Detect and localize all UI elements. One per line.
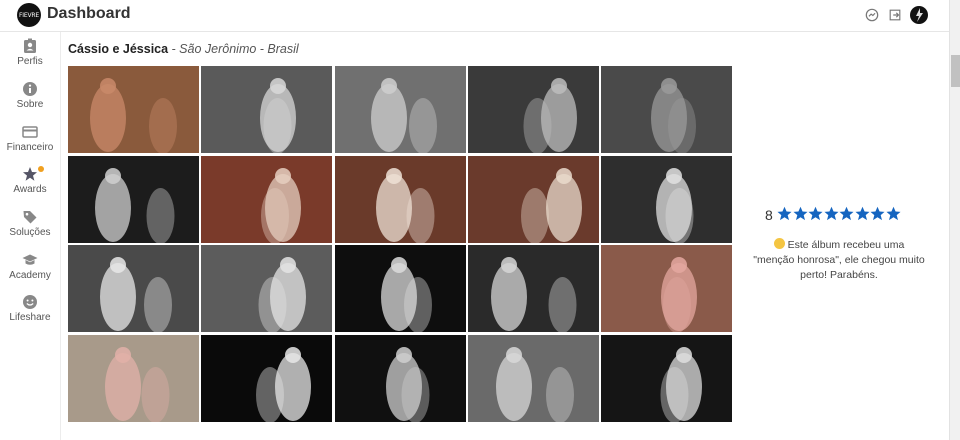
star-icon (792, 206, 808, 221)
album-photo[interactable] (468, 335, 599, 422)
scroll-thumb[interactable] (951, 55, 960, 87)
star-rating (777, 206, 901, 221)
sidebar-item-label: Soluções (9, 227, 51, 238)
logout-icon[interactable] (888, 8, 902, 22)
star-icon (854, 206, 870, 221)
brand-logo[interactable]: FIEVRE (17, 3, 41, 27)
album-photo[interactable] (468, 66, 599, 153)
sidebar-item-awards[interactable]: Awards (0, 166, 60, 195)
album-photo[interactable] (468, 156, 599, 243)
smile-icon (23, 295, 37, 309)
graduation-cap-icon (22, 254, 38, 265)
tag-icon (23, 211, 37, 224)
user-avatar[interactable] (910, 6, 928, 24)
star-icon (885, 206, 901, 221)
album-photo[interactable] (335, 156, 466, 243)
album-photo[interactable] (68, 66, 199, 153)
face-emoji-icon (773, 238, 785, 249)
award-message: Este álbum recebeu uma "menção honrosa",… (752, 238, 926, 283)
credit-card-icon (22, 126, 38, 138)
sidebar-item-sobre[interactable]: Sobre (0, 81, 60, 110)
page-scrollbar[interactable] (949, 0, 960, 440)
sidebar-item-label: Academy (9, 270, 51, 281)
page-title: Dashboard (47, 5, 131, 22)
messenger-icon[interactable] (865, 8, 879, 22)
album-photo[interactable] (201, 66, 332, 153)
sidebar-item-label: Awards (13, 184, 47, 195)
star-icon (823, 206, 839, 221)
star-icon (839, 206, 854, 221)
sidebar-item-perfis[interactable]: Perfis (0, 38, 60, 67)
sidebar-item-label: Perfis (17, 56, 43, 67)
sidebar-item-solucoes[interactable]: Soluções (0, 209, 60, 238)
logo-text: FIEVRE (19, 11, 39, 19)
sidebar: Perfis Sobre Financeiro Awards Soluções (0, 32, 61, 440)
album-photo[interactable] (601, 245, 732, 332)
album-photo[interactable] (601, 335, 732, 422)
star-icon (23, 167, 37, 181)
sidebar-item-lifeshare[interactable]: Lifeshare (0, 294, 60, 323)
sidebar-item-label: Sobre (16, 99, 44, 110)
album-location: - São Jerônimo - Brasil (168, 42, 299, 56)
album-photo[interactable] (601, 66, 732, 153)
star-icon (777, 206, 792, 221)
album-photo[interactable] (68, 245, 199, 332)
album-photo[interactable] (335, 245, 466, 332)
album-photo[interactable] (68, 156, 199, 243)
notification-badge (38, 166, 44, 172)
id-badge-icon (24, 38, 36, 53)
album-photo[interactable] (68, 335, 199, 422)
sidebar-item-academy[interactable]: Academy (0, 252, 60, 281)
sidebar-item-label: Lifeshare (9, 312, 51, 323)
album-title: Cássio e Jéssica - São Jerônimo - Brasil (68, 42, 299, 56)
score-value: 8 (765, 207, 773, 223)
star-icon (870, 206, 885, 221)
sidebar-item-financeiro[interactable]: Financeiro (0, 124, 60, 153)
info-icon (23, 82, 37, 96)
album-photo[interactable] (335, 66, 466, 153)
album-photo[interactable] (335, 335, 466, 422)
top-header: FIEVRE Dashboard (0, 0, 949, 32)
sidebar-item-label: Financeiro (6, 142, 54, 153)
album-photo[interactable] (201, 335, 332, 422)
star-icon (808, 206, 823, 221)
album-photo[interactable] (468, 245, 599, 332)
album-photo[interactable] (601, 156, 732, 243)
album-photo[interactable] (201, 245, 332, 332)
album-couple: Cássio e Jéssica (68, 42, 169, 56)
album-photo[interactable] (201, 156, 332, 243)
